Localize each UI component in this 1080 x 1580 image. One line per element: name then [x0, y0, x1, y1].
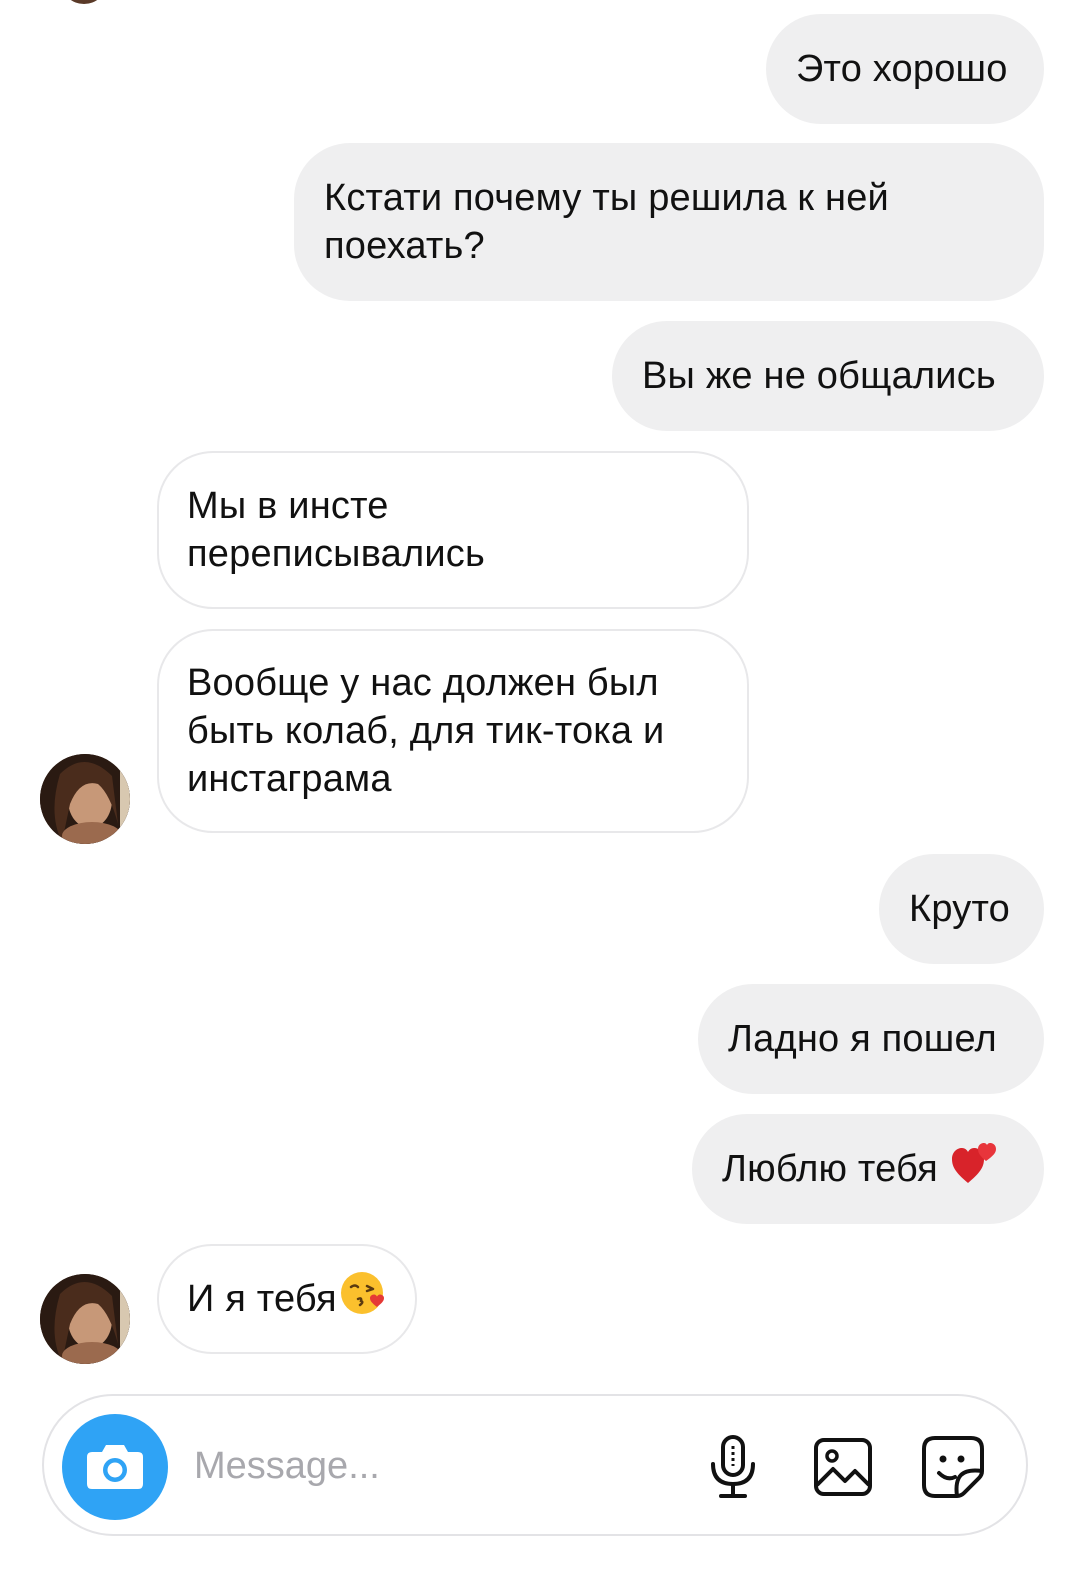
- incoming-message[interactable]: Мы в инсте переписывались: [157, 451, 749, 609]
- microphone-button[interactable]: [700, 1434, 766, 1500]
- message-text: Ладно я пошел: [728, 1018, 997, 1060]
- contact-avatar[interactable]: [40, 1274, 130, 1364]
- gallery-button[interactable]: [810, 1434, 876, 1500]
- message-input[interactable]: [194, 1436, 674, 1496]
- two-hearts-icon: [950, 1139, 998, 1199]
- microphone-icon: [711, 1435, 755, 1498]
- outgoing-message[interactable]: Круто: [879, 854, 1044, 964]
- outgoing-message[interactable]: Кстати почему ты решила к ней поехать?: [294, 143, 1044, 301]
- outgoing-message[interactable]: Люблю тебя: [692, 1114, 1044, 1224]
- incoming-message[interactable]: И я тебя: [157, 1244, 417, 1354]
- chat-thread: Это хорошо Кстати почему ты решила к ней…: [0, 0, 1080, 1395]
- message-text: Люблю тебя: [722, 1148, 938, 1190]
- avatar: [62, 0, 106, 4]
- sticker-button[interactable]: [920, 1434, 986, 1500]
- message-text: Это хорошо: [796, 48, 1008, 90]
- gallery-icon: [814, 1438, 872, 1496]
- message-text: Вообще у нас должен был быть колаб, для …: [187, 662, 665, 800]
- kissing-face-heart-icon: [339, 1269, 387, 1329]
- message-composer: [42, 1394, 1028, 1536]
- outgoing-message[interactable]: Ладно я пошел: [698, 984, 1044, 1094]
- incoming-message[interactable]: Вообще у нас должен был быть колаб, для …: [157, 629, 749, 833]
- contact-avatar[interactable]: [40, 754, 130, 844]
- avatar-photo-icon: [40, 1274, 130, 1364]
- camera-button[interactable]: [62, 1414, 168, 1520]
- message-text: Круто: [909, 888, 1010, 930]
- sticker-icon: [922, 1436, 984, 1498]
- message-text: Кстати почему ты решила к ней поехать?: [324, 177, 889, 267]
- message-text: И я тебя: [187, 1278, 337, 1320]
- avatar-photo-icon: [40, 754, 130, 844]
- message-text: Вы же не общались: [642, 355, 996, 397]
- outgoing-message[interactable]: Вы же не общались: [612, 321, 1044, 431]
- message-text: Мы в инсте переписывались: [187, 485, 485, 575]
- outgoing-message[interactable]: Это хорошо: [766, 14, 1044, 124]
- camera-icon: [87, 1445, 143, 1489]
